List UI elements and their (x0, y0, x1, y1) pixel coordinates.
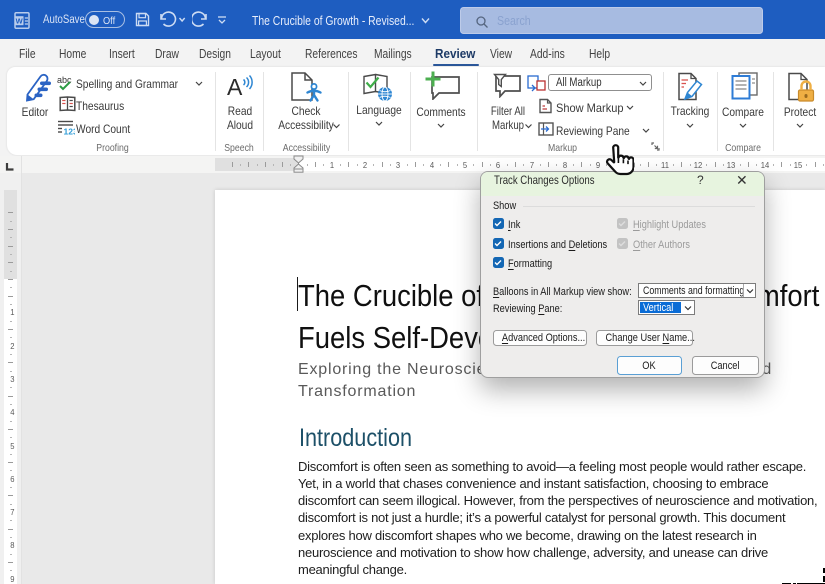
svg-text:123: 123 (64, 127, 76, 136)
svg-text:A: A (227, 74, 243, 100)
svg-text:W: W (16, 16, 24, 25)
